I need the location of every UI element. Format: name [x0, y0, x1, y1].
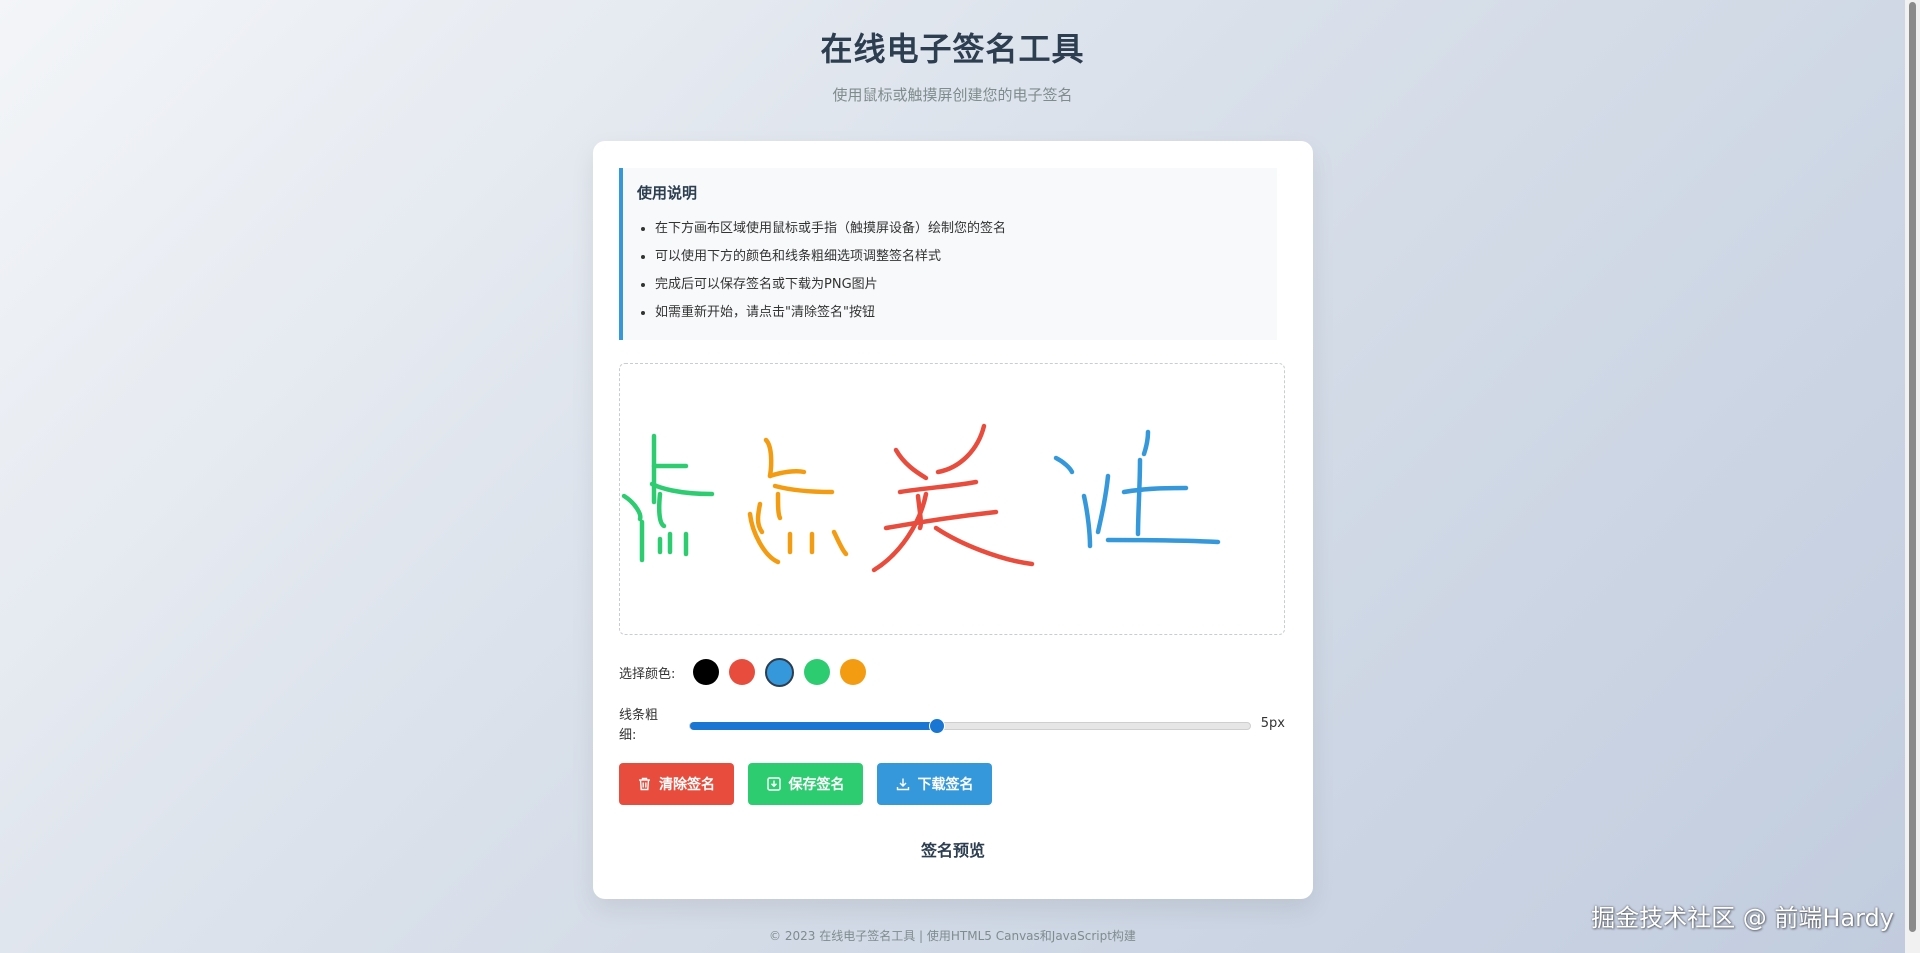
signature-preview-title: 签名预览	[920, 841, 985, 860]
page-title: 在线电子签名工具	[820, 30, 1085, 68]
vertical-scrollbar[interactable]	[1905, 0, 1920, 953]
watermark: 掘金技术社区 @ 前端Hardy	[1591, 904, 1894, 932]
instruction-item: 如需重新开始，请点击"清除签名"按钮	[655, 299, 1263, 327]
slider-fill	[690, 722, 937, 730]
save-signature-label: 保存签名	[788, 777, 845, 793]
color-swatch-orange[interactable]	[840, 659, 867, 685]
save-signature-button[interactable]: 保存签名	[748, 763, 863, 805]
color-label: 选择颜色:	[619, 666, 676, 682]
signature-canvas[interactable]	[619, 363, 1285, 635]
line-width-value: 5px	[1260, 716, 1285, 731]
page-header: 在线电子签名工具 使用鼠标或触摸屏创建您的电子签名	[0, 24, 1905, 105]
line-width-control: 线条粗细: 5px	[619, 706, 1285, 746]
instructions-title: 使用说明	[637, 184, 698, 202]
color-swatch-red[interactable]	[729, 659, 756, 685]
page-subtitle: 使用鼠标或触摸屏创建您的电子签名	[832, 86, 1073, 104]
signature-stroke-green	[621, 433, 715, 563]
scrollbar-thumb[interactable]	[1909, 2, 1916, 932]
download-signature-button[interactable]: 下载签名	[877, 763, 992, 805]
action-buttons: 清除签名 保存签名 下载签名	[619, 763, 1006, 805]
color-swatch-green[interactable]	[804, 659, 831, 685]
instruction-item: 在下方画布区域使用鼠标或手指（触摸屏设备）绘制您的签名	[655, 215, 1263, 243]
save-icon	[766, 777, 781, 791]
instructions-list: 在下方画布区域使用鼠标或手指（触摸屏设备）绘制您的签名 可以使用下方的颜色和线条…	[637, 215, 1263, 327]
line-width-slider[interactable]	[689, 718, 1251, 734]
color-swatch-black[interactable]	[693, 659, 720, 685]
instructions-panel: 使用说明 在下方画布区域使用鼠标或手指（触摸屏设备）绘制您的签名 可以使用下方的…	[619, 168, 1277, 340]
signature-stroke-blue	[1053, 429, 1221, 549]
signature-card: 使用说明 在下方画布区域使用鼠标或手指（触摸屏设备）绘制您的签名 可以使用下方的…	[593, 141, 1313, 899]
download-icon	[896, 777, 910, 791]
line-width-label: 线条粗细:	[619, 708, 659, 743]
clear-signature-label: 清除签名	[659, 777, 715, 793]
instruction-item: 可以使用下方的颜色和线条粗细选项调整签名样式	[655, 243, 1263, 271]
signature-drawing	[621, 423, 1221, 573]
signature-stroke-red	[871, 423, 1035, 573]
instruction-item: 完成后可以保存签名或下载为PNG图片	[655, 271, 1263, 299]
download-signature-label: 下载签名	[917, 777, 974, 793]
clear-signature-button[interactable]: 清除签名	[619, 763, 734, 805]
trash-icon	[638, 777, 651, 791]
color-picker: 选择颜色:	[619, 657, 876, 687]
signature-stroke-orange	[747, 437, 849, 565]
color-swatch-blue[interactable]	[765, 657, 795, 687]
slider-thumb[interactable]	[929, 718, 946, 734]
